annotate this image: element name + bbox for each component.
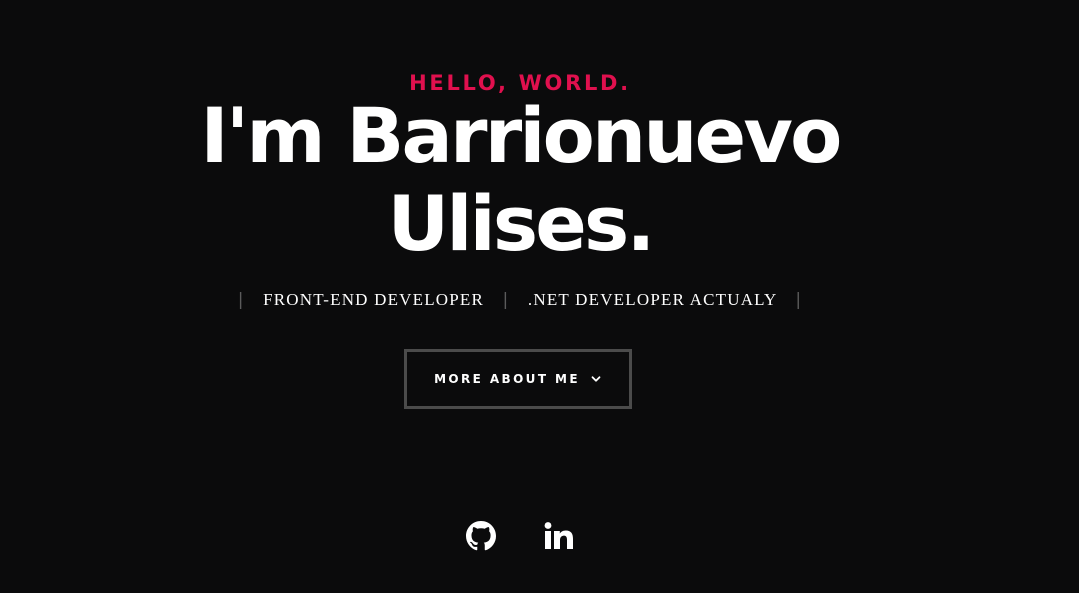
roles-line: | FRONT-END DEVELOPER | .NET DEVELOPER A… (0, 286, 1040, 314)
hero-section: HELLO, WORLD. I'm Barrionuevo Ulises. | … (0, 0, 1040, 593)
more-about-me-label: MORE ABOUT ME (434, 372, 580, 386)
more-about-me-button[interactable]: MORE ABOUT ME (404, 349, 632, 409)
linkedin-link[interactable] (542, 518, 576, 554)
role-separator: | (237, 290, 245, 310)
role-separator: | (502, 290, 510, 310)
github-icon (466, 521, 496, 551)
role-frontend: FRONT-END DEVELOPER (263, 290, 485, 309)
social-links (0, 518, 1040, 554)
title-line-2: Ulises. (387, 179, 655, 268)
role-dotnet: .NET DEVELOPER ACTUALY (527, 290, 777, 309)
github-link[interactable] (464, 518, 498, 554)
page-title: I'm Barrionuevo Ulises. (0, 92, 1040, 268)
linkedin-icon (544, 522, 573, 549)
title-line-1: I'm Barrionuevo (200, 91, 842, 180)
chevron-down-icon (591, 376, 601, 382)
role-separator: | (795, 290, 803, 310)
